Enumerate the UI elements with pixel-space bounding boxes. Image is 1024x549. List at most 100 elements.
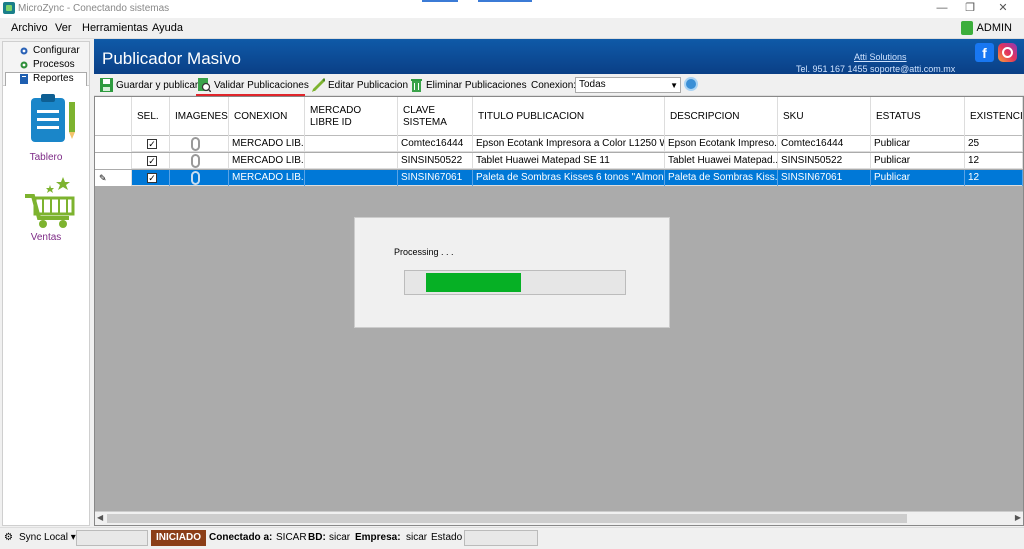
cell-existencia: 12	[965, 153, 1023, 169]
user-menu[interactable]: ADMIN	[960, 21, 1012, 35]
row-checkbox[interactable]: ✓	[147, 139, 157, 149]
col-sku[interactable]: SKU	[778, 97, 871, 136]
col-existencia[interactable]: EXISTENCIA	[965, 97, 1023, 136]
nav-tab-reportes[interactable]: Reportes	[5, 72, 89, 85]
paperclip-icon[interactable]	[191, 137, 200, 151]
close-icon[interactable]: ✕	[995, 1, 1011, 15]
sync-local-dropdown[interactable]: Sync Local ▾	[19, 532, 76, 543]
conectado-value: SICAR	[276, 532, 307, 543]
col-titulo[interactable]: TITULO PUBLICACION	[473, 97, 665, 136]
nav-item-tablero[interactable]: Tablero	[3, 152, 89, 163]
progress-fill	[426, 273, 521, 292]
cell-estatus: Publicar	[871, 153, 965, 169]
menu-herramientas[interactable]: Herramientas	[82, 22, 148, 34]
menu-ayuda[interactable]: Ayuda	[152, 22, 183, 34]
col-mercado-libre-id[interactable]: MERCADO LIBRE ID	[305, 97, 398, 136]
status-bar: ⚙ Sync Local ▾ INICIADO Conectado a: SIC…	[0, 527, 1024, 549]
user-name: ADMIN	[976, 22, 1012, 34]
cell-estatus: Publicar	[871, 170, 965, 186]
col-sel[interactable]: SEL.	[132, 97, 170, 136]
scroll-left-icon[interactable]: ◀	[97, 513, 103, 522]
row-header-corner	[95, 97, 132, 136]
edit-row-icon: ✎	[99, 173, 107, 183]
cell-clave: SINSIN50522	[398, 153, 473, 169]
grid-header: SEL. IMAGENES CONEXION MERCADO LIBRE ID …	[95, 97, 1023, 136]
menu-bar: Archivo Ver Herramientas Ayuda ADMIN	[0, 18, 1024, 39]
col-imagenes[interactable]: IMAGENES	[170, 97, 229, 136]
toolbar: Guardar y publicar Validar Publicaciones…	[94, 74, 1024, 96]
cell-clave: Comtec16444	[398, 136, 473, 152]
validate-publications-button[interactable]: Validar Publicaciones	[198, 77, 309, 93]
refresh-icon[interactable]	[684, 77, 698, 91]
facebook-icon[interactable]: f	[975, 43, 994, 62]
col-clave-sistema[interactable]: CLAVE SISTEMA	[398, 97, 473, 136]
clipboard-icon[interactable]	[27, 94, 83, 146]
edit-publication-button[interactable]: Editar Publicacion	[312, 77, 408, 93]
cell-sku: SINSIN50522	[778, 153, 871, 169]
processing-text: Processing . . .	[394, 247, 454, 257]
validate-icon	[198, 78, 211, 92]
paperclip-icon[interactable]	[191, 171, 200, 185]
conexion-value: Todas	[579, 79, 606, 90]
cell-conexion: MERCADO LIB...	[229, 136, 305, 152]
scrollbar-thumb[interactable]	[107, 514, 907, 523]
contact-info: Tel. 951 167 1455 soporte@atti.com.mx	[796, 64, 956, 74]
cell-estatus: Publicar	[871, 136, 965, 152]
title-accent	[478, 0, 532, 2]
col-estatus[interactable]: ESTATUS	[871, 97, 965, 136]
trash-icon	[411, 79, 422, 92]
shopping-cart-icon[interactable]	[23, 174, 79, 230]
table-row[interactable]: ✎ ✓ MERCADO LIB... SINSIN67061 Paleta de…	[95, 170, 1023, 186]
instagram-icon[interactable]	[998, 43, 1017, 62]
cell-existencia: 25	[965, 136, 1023, 152]
title-accent	[422, 0, 458, 2]
table-row[interactable]: ✓ MERCADO LIB... Comtec16444 Epson Ecota…	[95, 136, 1023, 152]
cell-existencia: 12	[965, 170, 1023, 186]
process-icon	[20, 61, 28, 68]
processing-dialog: Processing . . .	[354, 217, 670, 328]
cell-descripcion: Paleta de Sombras Kiss...	[665, 170, 778, 186]
minimize-icon[interactable]: —	[934, 1, 950, 15]
save-icon	[100, 78, 113, 92]
cell-sku: SINSIN67061	[778, 170, 871, 186]
nav-tab-procesos[interactable]: Procesos	[5, 58, 89, 71]
horizontal-scrollbar[interactable]: ◀ ▶	[95, 511, 1023, 525]
menu-archivo[interactable]: Archivo	[11, 22, 48, 34]
menu-ver[interactable]: Ver	[55, 22, 72, 34]
row-header[interactable]	[95, 136, 132, 152]
sync-status-field	[76, 530, 148, 546]
col-conexion[interactable]: CONEXION	[229, 97, 305, 136]
cell-clave: SINSIN67061	[398, 170, 473, 186]
row-header[interactable]: ✎	[95, 170, 132, 186]
company-link[interactable]: Atti Solutions	[854, 52, 907, 62]
nav-tab-configurar[interactable]: Configurar	[5, 44, 89, 57]
delete-publications-button[interactable]: Eliminar Publicaciones	[410, 77, 527, 93]
sync-icon: ⚙	[4, 532, 13, 543]
app-icon	[3, 2, 15, 14]
gear-icon	[20, 47, 28, 54]
cell-conexion: MERCADO LIB...	[229, 170, 305, 186]
page-header: Publicador Masivo Atti Solutions Tel. 95…	[94, 39, 1024, 74]
cell-descripcion: Epson Ecotank Impreso...	[665, 136, 778, 152]
cell-ml-id	[305, 136, 398, 152]
save-publish-button[interactable]: Guardar y publicar	[100, 77, 198, 93]
nav-item-ventas[interactable]: Ventas	[3, 232, 89, 243]
estado-label: Estado	[431, 532, 463, 543]
col-descripcion[interactable]: DESCRIPCION	[665, 97, 778, 136]
row-checkbox[interactable]: ✓	[147, 156, 157, 166]
scroll-right-icon[interactable]: ▶	[1015, 513, 1021, 522]
restore-icon[interactable]: ❐	[962, 1, 978, 15]
conectado-label: Conectado a:	[209, 532, 273, 543]
cell-descripcion: Tablet Huawei Matepad...	[665, 153, 778, 169]
table-row[interactable]: ✓ MERCADO LIB... SINSIN50522 Tablet Huaw…	[95, 153, 1023, 169]
user-icon	[960, 21, 973, 35]
window-title: MicroZync - Conectando sistemas	[18, 3, 170, 14]
status-badge: INICIADO	[151, 530, 206, 546]
paperclip-icon[interactable]	[191, 154, 200, 168]
pencil-icon	[312, 78, 325, 92]
conexion-select[interactable]: Todas ▼	[575, 77, 681, 93]
page-title: Publicador Masivo	[102, 49, 241, 68]
row-header[interactable]	[95, 153, 132, 169]
row-checkbox[interactable]: ✓	[147, 173, 157, 183]
bd-label: BD:	[308, 532, 326, 543]
